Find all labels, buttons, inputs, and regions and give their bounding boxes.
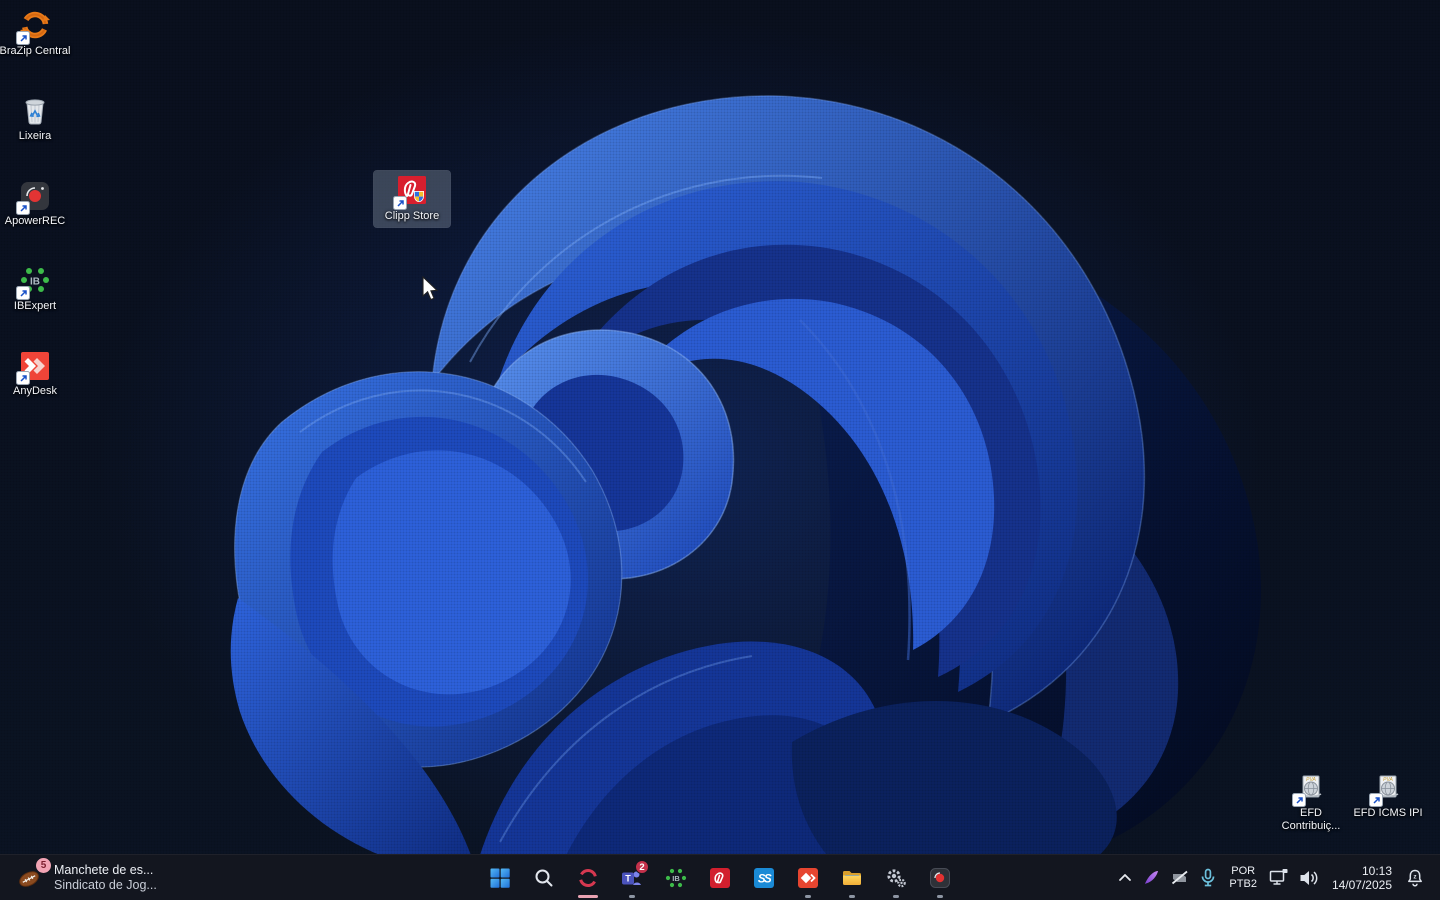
svg-text:IB: IB <box>672 873 680 882</box>
keyboard-layout-code: PTB2 <box>1229 878 1257 891</box>
bloom-wallpaper <box>0 0 1440 900</box>
desktop-icon-label: EFD Contribuiç... <box>1273 807 1349 833</box>
network-ethernet-icon <box>1267 866 1291 890</box>
taskbar-microsoft-teams[interactable]: T 2 <box>610 856 654 900</box>
gears-icon <box>884 866 908 890</box>
desktop-icon-efd-icms-ipi[interactable]: PVA EFD ICMS IPI <box>1350 768 1426 824</box>
taskbar-diamond-app[interactable] <box>786 856 830 900</box>
search-icon <box>532 866 556 890</box>
opera-browser-icon <box>576 866 600 890</box>
svg-text:IB: IB <box>30 277 40 288</box>
news-headline-2: Sindicato de Jog... <box>54 878 157 893</box>
taskbar-settings-gears[interactable] <box>874 856 918 900</box>
desktop-icon-clipp-store[interactable]: Clipp Store <box>374 171 450 227</box>
taskbar-app-icons: T 2 IB SS <box>478 855 962 900</box>
desktop-icon-label: Lixeira <box>0 130 73 143</box>
shortcut-arrow-badge <box>1369 793 1383 807</box>
running-indicator <box>805 895 811 898</box>
windows-desktop-screen: { "desktop": { "icons": [ { "label": "Br… <box>0 0 1440 900</box>
shortcut-arrow-badge <box>16 31 30 45</box>
running-indicator <box>937 895 943 898</box>
taskbar: 5 Manchete de es... Sindicato de Jog... <box>0 854 1440 900</box>
football-weather-icon: 5 <box>16 862 46 894</box>
widgets-news-button[interactable]: 5 Manchete de es... Sindicato de Jog... <box>6 855 167 900</box>
tray-pen-tool[interactable] <box>1138 860 1166 896</box>
pen-feather-icon <box>1141 867 1163 889</box>
running-indicator <box>849 895 855 898</box>
file-explorer-folder-icon <box>840 866 864 890</box>
tray-clock[interactable]: 10:13 14/07/2025 <box>1324 860 1400 896</box>
anydesk-icon <box>18 349 52 383</box>
news-headline-1: Manchete de es... <box>54 863 157 878</box>
brazip-central-icon <box>18 9 52 43</box>
desktop-icon-label: BraZip Central <box>0 45 73 58</box>
desktop-icon-apowerrec[interactable]: ApowerREC <box>0 176 73 232</box>
chevron-up-icon <box>1115 868 1135 888</box>
ibexpert-icon: IB <box>18 264 52 298</box>
desktop-icon-label: Clipp Store <box>374 210 450 223</box>
svg-text:z: z <box>1413 873 1417 880</box>
taskbar-apowerrec[interactable] <box>918 856 962 900</box>
shortcut-arrow-badge <box>16 371 30 385</box>
taskbar-ss-app[interactable]: SS <box>742 856 786 900</box>
tray-capture-blocked[interactable] <box>1166 860 1194 896</box>
running-indicator <box>629 895 635 898</box>
tray-volume[interactable] <box>1294 860 1324 896</box>
clock-date: 14/07/2025 <box>1332 878 1392 892</box>
desktop-icon-anydesk[interactable]: AnyDesk <box>0 346 73 402</box>
shortcut-arrow-badge <box>393 196 407 210</box>
desktop-icon-brazip-central[interactable]: BraZip Central <box>0 6 73 62</box>
recycle-bin-icon <box>18 94 52 128</box>
speaker-icon <box>1297 866 1321 890</box>
camera-blocked-icon <box>1169 867 1191 889</box>
apowerrec-icon <box>18 179 52 213</box>
active-window-indicator <box>578 895 598 898</box>
tray-network[interactable] <box>1264 860 1294 896</box>
news-count-badge: 5 <box>36 858 51 873</box>
efd-document-icon: PVA <box>1371 771 1405 805</box>
taskbar-opera-browser[interactable] <box>566 856 610 900</box>
desktop-icon-recycle-bin[interactable]: Lixeira <box>0 91 73 147</box>
desktop-icon-label: EFD ICMS IPI <box>1350 807 1426 820</box>
clock-time: 10:13 <box>1362 864 1392 878</box>
shortcut-arrow-badge <box>1292 793 1306 807</box>
svg-text:SS: SS <box>758 873 772 885</box>
ss-app-icon: SS <box>752 866 776 890</box>
bell-do-not-disturb-icon: z <box>1403 866 1427 890</box>
tray-show-hidden-icons[interactable] <box>1112 860 1138 896</box>
news-headlines: Manchete de es... Sindicato de Jog... <box>54 863 157 893</box>
apowerrec-icon <box>928 866 952 890</box>
start-button[interactable] <box>478 856 522 900</box>
desktop <box>0 0 1440 900</box>
desktop-icon-label: AnyDesk <box>0 385 73 398</box>
taskbar-file-explorer[interactable] <box>830 856 874 900</box>
svg-text:T: T <box>625 873 631 883</box>
language-code: POR <box>1231 865 1255 878</box>
tray-notifications-dnd[interactable]: z <box>1400 860 1430 896</box>
running-indicator <box>893 895 899 898</box>
efd-document-icon: PVA <box>1294 771 1328 805</box>
desktop-icon-label: ApowerREC <box>0 215 73 228</box>
tray-language-indicator[interactable]: POR PTB2 <box>1222 860 1264 896</box>
desktop-icon-efd-contribuicoes[interactable]: PVA EFD Contribuiç... <box>1273 768 1349 837</box>
tray-microphone[interactable] <box>1194 860 1222 896</box>
microphone-icon <box>1197 867 1219 889</box>
desktop-icon-label: IBExpert <box>0 300 73 313</box>
teams-notification-badge: 2 <box>635 860 649 874</box>
clipp-store-icon <box>395 174 429 208</box>
search-button[interactable] <box>522 856 566 900</box>
system-tray: POR PTB2 10:13 14/07/2025 <box>1112 855 1440 900</box>
ibexpert-icon: IB <box>664 866 688 890</box>
taskbar-clipp[interactable] <box>698 856 742 900</box>
windows-logo-icon <box>488 866 512 890</box>
taskbar-ibexpert[interactable]: IB <box>654 856 698 900</box>
diamond-chevron-icon <box>796 866 820 890</box>
shortcut-arrow-badge <box>16 201 30 215</box>
clipp-paperclip-icon <box>708 866 732 890</box>
desktop-icon-ibexpert[interactable]: IB IBExpert <box>0 261 73 317</box>
shortcut-arrow-badge <box>16 286 30 300</box>
